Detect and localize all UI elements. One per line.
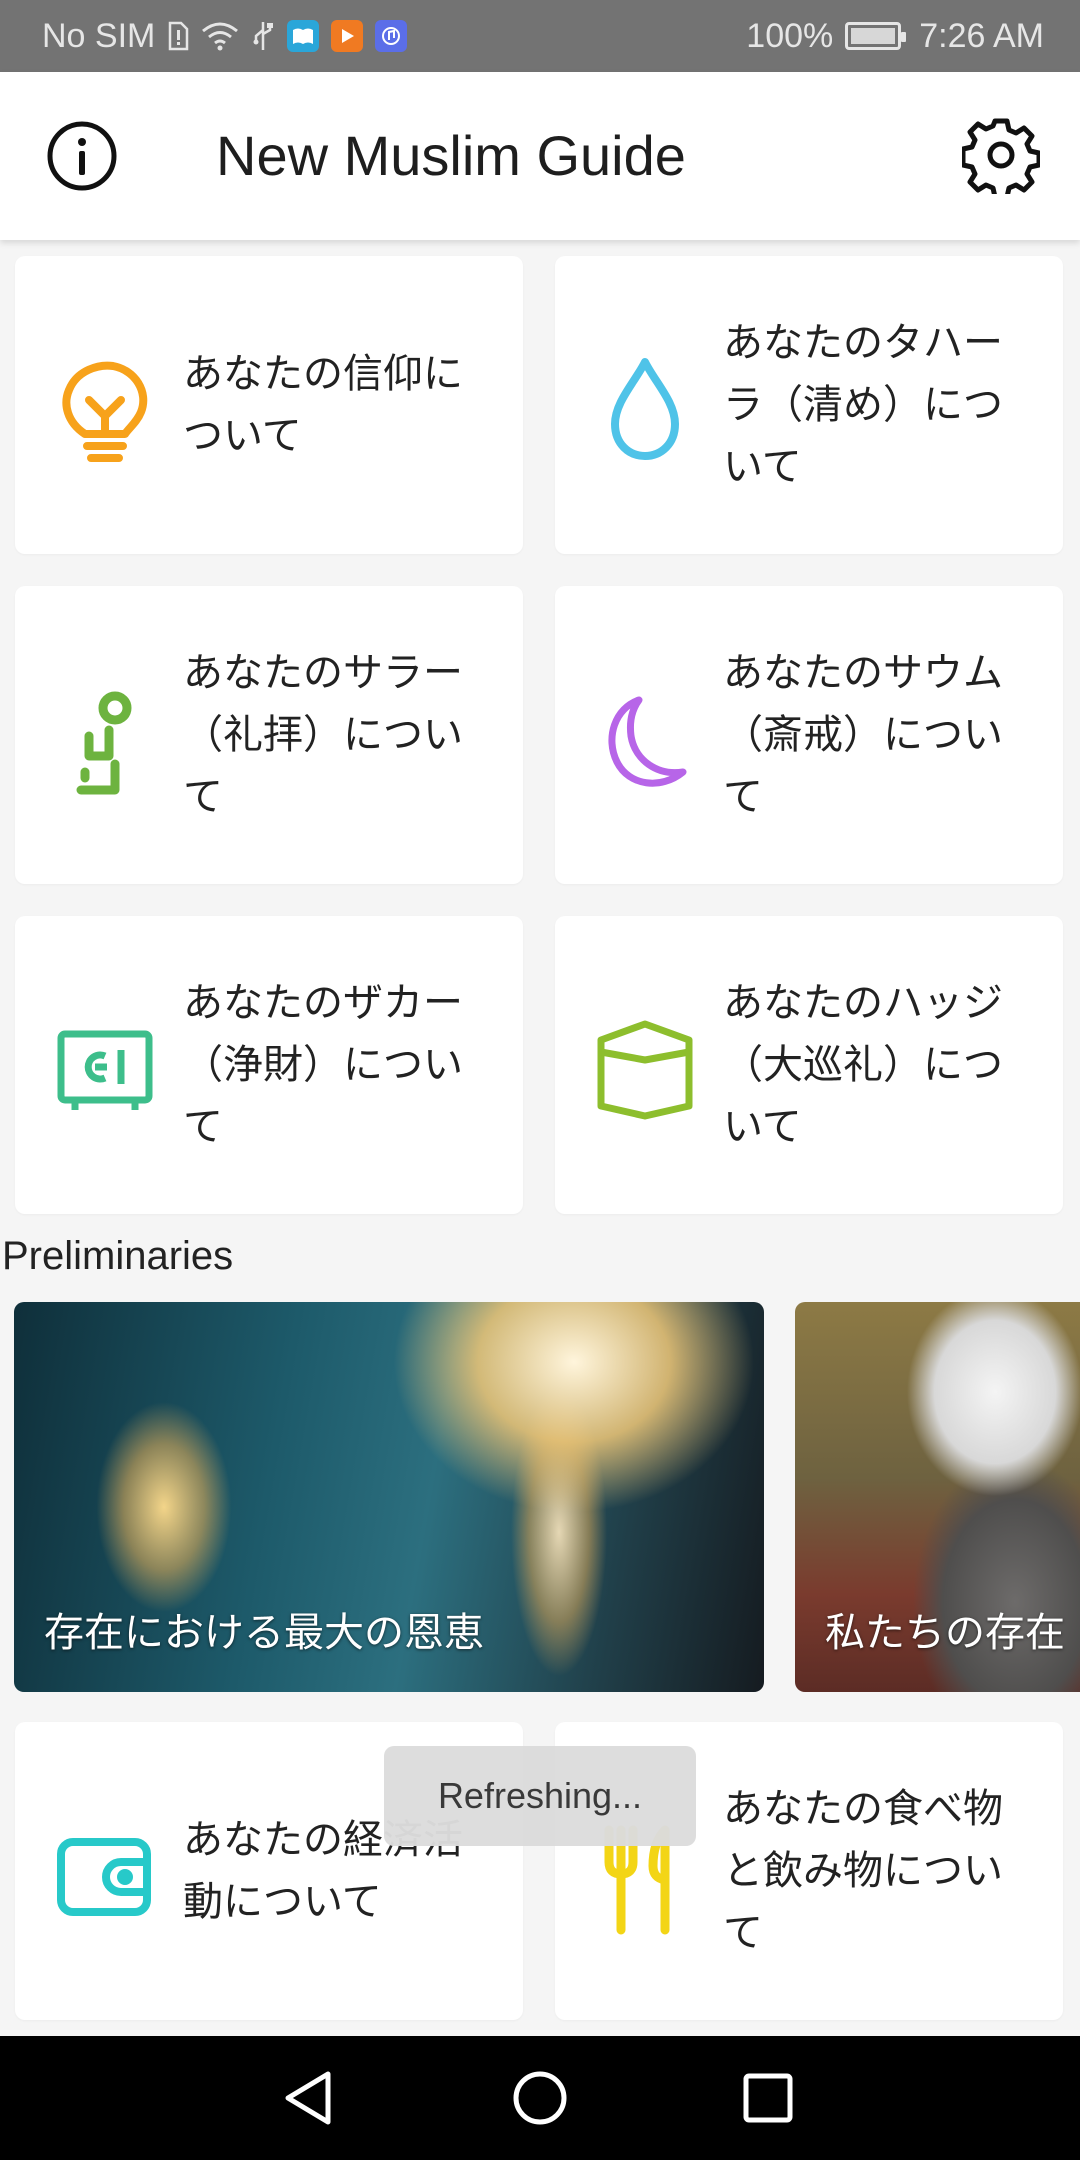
- preliminaries-carousel[interactable]: 存在における最大の恩恵 私たちの存在: [0, 1302, 1080, 1692]
- category-card-salah[interactable]: あなたのサラー（礼拝）について: [15, 586, 523, 884]
- back-icon[interactable]: [272, 2062, 344, 2134]
- category-card-zakah[interactable]: あなたのザカー（浄財）について: [15, 916, 523, 1214]
- preliminary-card[interactable]: 私たちの存在: [795, 1302, 1080, 1692]
- navigation-bar: [0, 2036, 1080, 2160]
- category-card-sawm[interactable]: あなたのサウム（斎戒）について: [555, 586, 1063, 884]
- prayer-icon: [55, 686, 155, 795]
- kaaba-icon: [595, 1016, 695, 1120]
- category-label: あなたのタハーラ（清め）について: [723, 320, 1003, 490]
- status-left: No SIM: [42, 16, 408, 56]
- category-label: あなたのサラー（礼拝）について: [183, 650, 463, 820]
- category-card-faith[interactable]: あなたの信仰について: [15, 256, 523, 554]
- preliminary-caption: 存在における最大の恩恵: [44, 1610, 484, 1656]
- status-bar: No SIM 100% 7:26 AM: [0, 0, 1080, 72]
- gear-icon[interactable]: [960, 116, 1042, 200]
- category-label: あなたの信仰について: [183, 351, 463, 459]
- preliminary-card[interactable]: 存在における最大の恩恵: [14, 1302, 764, 1692]
- safe-icon: [55, 1016, 155, 1116]
- usb-icon: [251, 20, 275, 52]
- home-icon[interactable]: [504, 2062, 576, 2134]
- category-label: あなたの食べ物と飲み物について: [723, 1786, 1003, 1956]
- info-icon[interactable]: [46, 120, 118, 192]
- section-title-preliminaries: Preliminaries: [2, 1234, 234, 1278]
- clock: 7:26 AM: [919, 16, 1044, 55]
- book-app-icon: [287, 20, 320, 52]
- app-bar: New Muslim Guide: [0, 72, 1080, 240]
- battery-percent: 100%: [746, 16, 834, 55]
- recents-icon[interactable]: [732, 2062, 804, 2134]
- category-card-tahara[interactable]: あなたのタハーラ（清め）について: [555, 256, 1063, 554]
- category-label: あなたのサウム（斎戒）について: [723, 650, 1003, 820]
- crescent-moon-icon: [595, 686, 695, 787]
- sim-alert-icon: [167, 21, 189, 51]
- carrier-text: No SIM: [42, 16, 156, 55]
- category-label: あなたのハッジ（大巡礼）について: [723, 980, 1003, 1150]
- wifi-icon: [201, 21, 239, 51]
- preliminary-caption: 私たちの存在: [825, 1610, 1065, 1656]
- app-title: New Muslim Guide: [216, 124, 686, 187]
- lightbulb-icon: [55, 356, 155, 462]
- battery-charging-icon: [845, 22, 907, 50]
- category-label: あなたのザカー（浄財）について: [183, 980, 463, 1150]
- category-card-hajj[interactable]: あなたのハッジ（大巡礼）について: [555, 916, 1063, 1214]
- water-drop-icon: [595, 356, 695, 460]
- wallet-icon: [55, 1822, 155, 1922]
- status-right: 100% 7:26 AM: [746, 17, 1044, 56]
- refreshing-toast: Refreshing...: [384, 1746, 696, 1846]
- video-app-icon: [331, 20, 364, 52]
- music-app-icon: [375, 20, 408, 52]
